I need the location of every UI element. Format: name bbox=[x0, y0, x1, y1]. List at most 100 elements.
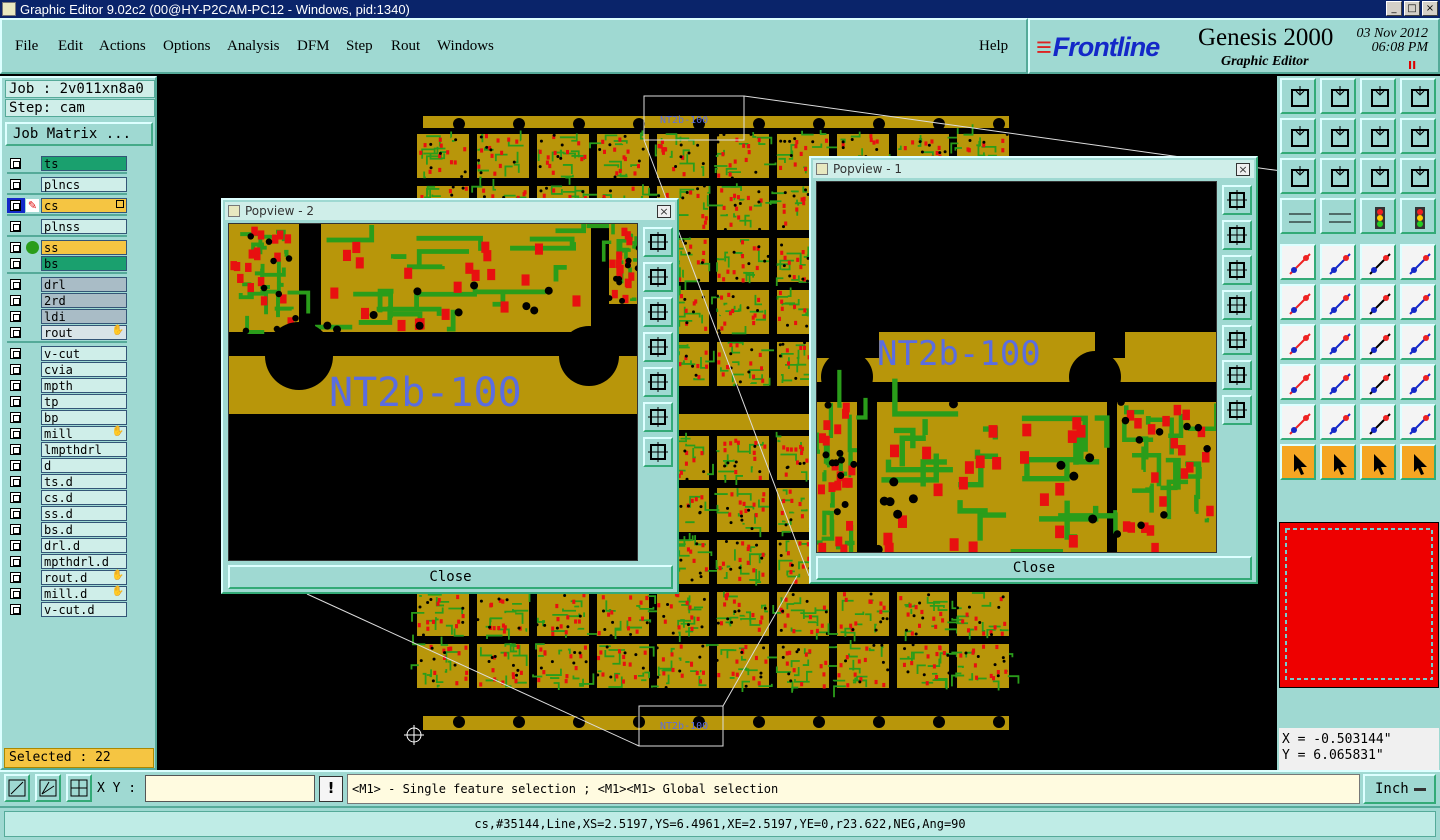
layer-name[interactable]: tp bbox=[41, 394, 127, 409]
layer-checkbox[interactable] bbox=[10, 295, 21, 306]
pan-up-icon[interactable] bbox=[643, 262, 673, 292]
layer-checkbox[interactable] bbox=[10, 444, 21, 455]
scale-1-2-icon[interactable] bbox=[1360, 158, 1396, 194]
add-shape-icon[interactable] bbox=[1320, 244, 1356, 280]
layer-name[interactable]: 2rd bbox=[41, 293, 127, 308]
pan-right-icon[interactable] bbox=[643, 367, 673, 397]
layer-checkbox[interactable] bbox=[10, 364, 21, 375]
popview-1-view[interactable]: NT2b-100 bbox=[816, 181, 1217, 553]
menu-analysis[interactable]: Analysis bbox=[227, 38, 280, 55]
move-point-2-icon[interactable] bbox=[1400, 284, 1436, 320]
home-icon[interactable] bbox=[1360, 78, 1396, 114]
layer-name[interactable]: d bbox=[41, 458, 127, 473]
popview-2-close-icon[interactable]: × bbox=[657, 205, 671, 218]
layer-name[interactable]: lmpthdrl bbox=[41, 442, 127, 457]
pan-left-icon[interactable] bbox=[1222, 290, 1252, 320]
split-view-icon[interactable] bbox=[1400, 78, 1436, 114]
unit-select[interactable]: Inch bbox=[1363, 774, 1436, 804]
snake-icon[interactable] bbox=[1400, 118, 1436, 154]
tools-icon[interactable] bbox=[1280, 198, 1316, 234]
select-net-icon[interactable] bbox=[1360, 444, 1396, 480]
menu-step[interactable]: Step bbox=[346, 38, 373, 55]
layer-row-mill.d[interactable]: mill.d ✋ bbox=[7, 586, 127, 601]
zoom-fit-icon[interactable] bbox=[1222, 360, 1252, 390]
zoom-out-icon[interactable] bbox=[1222, 395, 1252, 425]
menu-help[interactable]: Help bbox=[979, 38, 1008, 55]
layer-name[interactable]: v-cut.d bbox=[41, 602, 127, 617]
maximize-button[interactable]: □ bbox=[1404, 1, 1420, 16]
layer-color-icon[interactable] bbox=[1400, 198, 1436, 234]
menu-actions[interactable]: Actions bbox=[99, 38, 146, 55]
tri-edit-3-icon[interactable] bbox=[1360, 404, 1396, 440]
layer-row-mpthdrl.d[interactable]: mpthdrl.d bbox=[7, 554, 127, 569]
pan-left-icon[interactable] bbox=[643, 332, 673, 362]
pan-left-icon[interactable] bbox=[1280, 118, 1316, 154]
layer-name[interactable]: bs.d bbox=[41, 522, 127, 537]
layer-checkbox[interactable] bbox=[10, 524, 21, 535]
layer-name[interactable]: mpthdrl.d bbox=[41, 554, 127, 569]
layer-checkbox[interactable] bbox=[10, 556, 21, 567]
layer-name[interactable]: cs bbox=[41, 198, 127, 213]
grid-snap-icon[interactable] bbox=[66, 774, 92, 802]
line-cut-icon[interactable] bbox=[1320, 364, 1356, 400]
zoom-home-icon[interactable] bbox=[1280, 78, 1316, 114]
popview-1-window[interactable]: Popview - 1 × NT2b-100 Close bbox=[809, 156, 1258, 584]
layer-name[interactable]: ss.d bbox=[41, 506, 127, 521]
menu-windows[interactable]: Windows bbox=[437, 38, 494, 55]
layer-row-cs.d[interactable]: cs.d bbox=[7, 490, 127, 505]
pause-icon[interactable]: II bbox=[1408, 59, 1416, 72]
select-route-icon[interactable] bbox=[1400, 444, 1436, 480]
popview-1-close-button[interactable]: Close bbox=[816, 556, 1252, 580]
popview-2-titlebar[interactable]: Popview - 2 × bbox=[225, 202, 675, 220]
layer-row-ts.d[interactable]: ts.d bbox=[7, 474, 127, 489]
layer-row-rout.d[interactable]: rout.d ✋ bbox=[7, 570, 127, 585]
layer-name[interactable]: ss bbox=[41, 240, 127, 255]
layer-checkbox[interactable] bbox=[10, 588, 21, 599]
layer-name[interactable]: bs bbox=[41, 256, 127, 271]
pan-down-icon[interactable] bbox=[643, 297, 673, 327]
layer-name[interactable]: ts bbox=[41, 156, 127, 171]
layer-row-d[interactable]: d bbox=[7, 458, 127, 473]
layer-checkbox[interactable] bbox=[10, 242, 21, 253]
layer-row-plncs[interactable]: plncs bbox=[7, 177, 127, 192]
layer-name[interactable]: mpth bbox=[41, 378, 127, 393]
zoom-area-icon[interactable] bbox=[4, 774, 30, 802]
dimension-icon[interactable] bbox=[1360, 364, 1396, 400]
add-pad-icon[interactable] bbox=[1280, 244, 1316, 280]
tri-edit-2-icon[interactable] bbox=[1320, 404, 1356, 440]
select-box-icon[interactable] bbox=[1320, 444, 1356, 480]
layer-name[interactable]: drl bbox=[41, 277, 127, 292]
traffic-light-icon[interactable] bbox=[1360, 198, 1396, 234]
grid-icon[interactable] bbox=[1320, 198, 1356, 234]
layer-checkbox[interactable] bbox=[10, 492, 21, 503]
pan-up-icon[interactable] bbox=[1222, 220, 1252, 250]
layer-row-v-cut.d[interactable]: v-cut.d bbox=[7, 602, 127, 617]
popview-2-view[interactable]: NT2b-100 bbox=[228, 223, 638, 561]
layer-row-ss.d[interactable]: ss.d bbox=[7, 506, 127, 521]
delete-node-icon[interactable] bbox=[1320, 284, 1356, 320]
measure-icon[interactable] bbox=[35, 774, 61, 802]
layer-row-bp[interactable]: bp bbox=[7, 410, 127, 425]
menu-dfm[interactable]: DFM bbox=[297, 38, 330, 55]
layer-name[interactable]: bp bbox=[41, 410, 127, 425]
menu-edit[interactable]: Edit bbox=[58, 38, 83, 55]
surface-icon[interactable] bbox=[1400, 364, 1436, 400]
help-question-icon[interactable] bbox=[1400, 158, 1436, 194]
menu-options[interactable]: Options bbox=[163, 38, 211, 55]
layer-checkbox[interactable] bbox=[10, 221, 21, 232]
minimize-button[interactable]: _ bbox=[1386, 1, 1402, 16]
layer-row-ts[interactable]: ts bbox=[7, 156, 127, 171]
layer-name[interactable]: plnss bbox=[41, 219, 127, 234]
zoom-out-icon[interactable] bbox=[643, 437, 673, 467]
layer-row-bs[interactable]: bs bbox=[7, 256, 127, 271]
layer-row-mill[interactable]: mill ✋ bbox=[7, 426, 127, 441]
layer-checkbox[interactable] bbox=[10, 428, 21, 439]
warning-button[interactable]: ! bbox=[319, 776, 343, 802]
popview-1-titlebar[interactable]: Popview - 1 × bbox=[813, 160, 1254, 178]
layer-checkbox[interactable] bbox=[10, 380, 21, 391]
move-point-icon[interactable] bbox=[1360, 284, 1396, 320]
connect-icon[interactable] bbox=[1280, 284, 1316, 320]
job-matrix-button[interactable]: Job Matrix ... bbox=[5, 122, 153, 146]
layer-checkbox[interactable] bbox=[10, 327, 21, 338]
pan-right-icon[interactable] bbox=[1320, 118, 1356, 154]
